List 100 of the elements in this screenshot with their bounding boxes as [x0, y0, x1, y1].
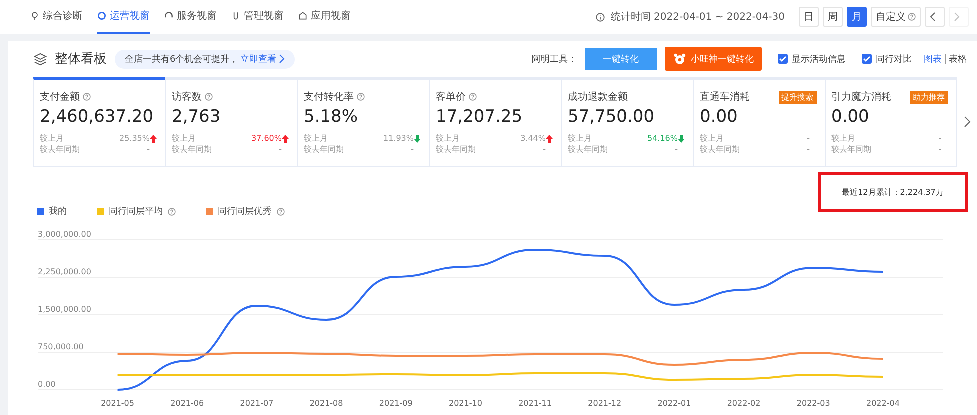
tool-label: 阿明工具：	[532, 54, 577, 66]
metric-card[interactable]: 支付金额 2,460,637.20 较上月 25.35% 较去年同期 -	[33, 77, 166, 167]
nav-tab[interactable]: 综合诊断	[30, 0, 83, 34]
x-axis-label: 2021-09	[379, 399, 413, 408]
info-icon[interactable]	[596, 12, 605, 22]
view-now-link[interactable]: 立即查看	[240, 52, 277, 66]
metric-value: 2,460,637.20	[40, 107, 155, 127]
chevron-right-icon	[954, 12, 960, 22]
help-icon[interactable]	[357, 93, 365, 101]
chevron-left-icon	[930, 12, 936, 22]
compare-label: 较上月	[172, 133, 197, 144]
x-axis-label: 2021-12	[588, 399, 622, 408]
compare-label: 较去年同期	[832, 144, 873, 155]
metric-title: 访客数	[172, 90, 202, 104]
period-button[interactable]: 周	[823, 7, 843, 27]
metric-value: 0.00	[700, 107, 739, 127]
compare-label: 较去年同期	[568, 144, 609, 155]
help-icon[interactable]	[83, 93, 91, 101]
y-axis-label: 1,500,000.00	[38, 305, 92, 314]
x-axis-label: 2021-08	[310, 399, 344, 408]
help-icon[interactable]	[168, 208, 176, 216]
metric-card[interactable]: 引力魔方消耗 助力推荐 0.00 较上月 - 较去年同期 -	[824, 77, 958, 167]
compare-value: -	[674, 145, 678, 154]
compare-label: 较上月	[40, 133, 65, 144]
prev-button[interactable]	[925, 7, 945, 27]
legend-item[interactable]: 同行同层平均	[97, 205, 176, 218]
metric-title: 直通车消耗	[700, 90, 750, 104]
period-button[interactable]: 自定义	[871, 7, 921, 27]
metric-title: 引力魔方消耗	[832, 90, 892, 104]
compare-value: -	[938, 134, 942, 143]
compare-value: -	[146, 145, 150, 154]
x-axis-label: 2021-07	[240, 399, 274, 408]
y-axis-label: 0.00	[38, 380, 56, 389]
chevron-right-icon	[278, 54, 285, 64]
metric-value: 17,207.25	[436, 107, 524, 127]
layers-icon	[34, 52, 47, 66]
compare-label: 较上月	[832, 133, 857, 144]
metric-value: 0.00	[832, 107, 870, 127]
legend-swatch	[37, 208, 44, 215]
compare-value: -	[806, 145, 810, 154]
compare-label: 较上月	[700, 133, 725, 144]
summary-total: 最近12月累计：2,224.37万	[818, 172, 968, 212]
metric-value: 5.18%	[304, 107, 360, 127]
x-axis-label: 2021-05	[101, 399, 134, 408]
period-button[interactable]: 月	[847, 7, 867, 27]
compare-value: -	[806, 134, 810, 143]
metric-title: 支付金额	[40, 90, 80, 104]
x-axis-label: 2022-01	[658, 399, 692, 408]
compare-value: 25.35%	[118, 134, 150, 143]
legend-swatch	[97, 208, 104, 215]
nav-tab[interactable]: 运营视窗	[97, 0, 150, 34]
nav-tab[interactable]: 服务视窗	[164, 0, 217, 34]
compare-value: -	[938, 145, 942, 154]
legend-item[interactable]: 同行同层优秀	[206, 205, 285, 218]
x-axis-label: 2022-03	[796, 399, 830, 408]
compare-value: 54.16%	[646, 134, 678, 143]
x-axis-label: 2021-10	[449, 399, 482, 408]
stat-time: 统计时间 2022-04-01 ~ 2022-04-30	[610, 10, 785, 24]
compare-value: -	[410, 145, 414, 154]
compare-value: 37.60%	[250, 134, 282, 143]
metric-card[interactable]: 直通车消耗 提升搜索 0.00 较上月 - 较去年同期 -	[693, 77, 826, 167]
metric-title: 成功退款金额	[568, 90, 628, 104]
metric-card[interactable]: 成功退款金额 57,750.00 较上月 54.16% 较去年同期 -	[561, 77, 694, 167]
help-icon[interactable]	[277, 208, 285, 216]
nav-tab[interactable]: 应用视窗	[298, 0, 351, 34]
y-axis-label: 3,000,000.00	[38, 230, 92, 239]
metric-card[interactable]: 客单价 17,207.25 较上月 3.44% 较去年同期 -	[429, 77, 562, 167]
nav-tab[interactable]: 管理视窗	[231, 0, 284, 34]
compare-label: 较去年同期	[436, 144, 477, 155]
legend-item[interactable]: 我的	[37, 205, 67, 218]
help-icon[interactable]	[469, 93, 477, 101]
view-toggle[interactable]: 表格	[949, 52, 967, 66]
help-icon[interactable]	[205, 93, 213, 101]
metric-title: 客单价	[436, 90, 466, 104]
view-toggle[interactable]: 图表	[924, 52, 942, 66]
compare-label: 较去年同期	[172, 144, 213, 155]
y-axis-label: 750,000.00	[38, 342, 84, 352]
help-icon[interactable]	[908, 13, 916, 21]
compare-label: 较去年同期	[304, 144, 345, 155]
notice-text: 全店一共有6个机会可提升，	[125, 54, 239, 66]
checkbox[interactable]	[778, 54, 788, 64]
metric-card[interactable]: 支付转化率 5.18% 较上月 11.93% 较去年同期 -	[297, 77, 430, 167]
metric-value: 57,750.00	[568, 107, 656, 127]
option-checkbox[interactable]: 同行对比	[862, 52, 912, 66]
x-axis-label: 2022-02	[727, 399, 761, 408]
x-axis-label: 2021-06	[170, 399, 204, 408]
metric-title: 支付转化率	[304, 90, 354, 104]
compare-value: -	[542, 145, 546, 154]
compare-label: 较去年同期	[40, 144, 81, 155]
compare-label: 较上月	[436, 133, 461, 144]
y-axis-label: 2,250,000.00	[38, 268, 92, 276]
metric-value: 2,763	[172, 107, 222, 127]
metric-card[interactable]: 访客数 2,763 较上月 37.60% 较去年同期 -	[165, 77, 298, 167]
compare-value: 11.93%	[382, 134, 414, 143]
period-button[interactable]: 日	[799, 7, 819, 27]
compare-value: -	[278, 145, 282, 154]
checkbox[interactable]	[862, 54, 872, 64]
compare-label: 较上月	[304, 133, 329, 144]
mascot-icon	[673, 53, 687, 65]
option-checkbox[interactable]: 显示活动信息	[778, 52, 846, 66]
